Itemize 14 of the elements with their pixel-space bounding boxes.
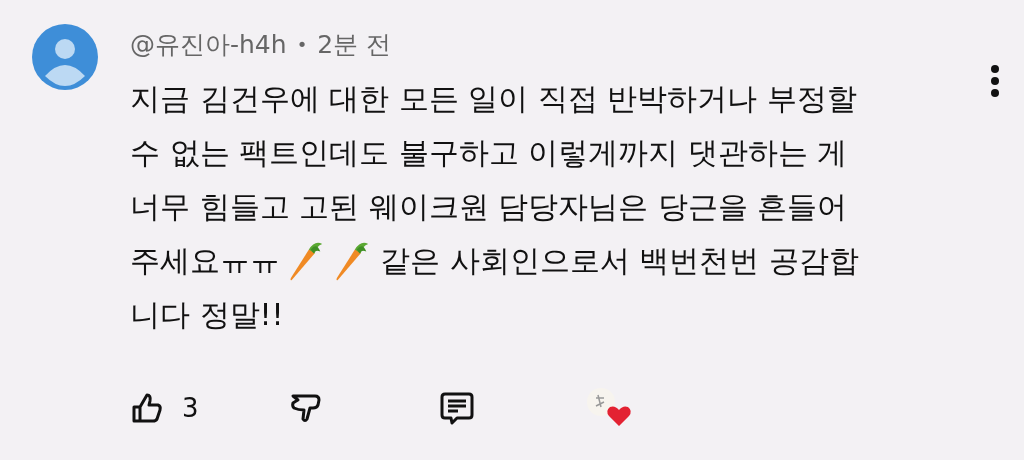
comment-text: 같은 사회인으로서 백번천번 공감합	[380, 241, 859, 280]
comment-text: 주세요ㅠㅠ	[130, 241, 280, 280]
author-name[interactable]: @유진아-h4h	[130, 27, 287, 61]
comment-text: 니다 정말!!	[130, 295, 284, 334]
comment-time: 2분 전	[317, 28, 392, 61]
avatar-icon[interactable]	[32, 24, 98, 90]
thumbs-up-icon	[130, 391, 164, 425]
like-button[interactable]: 3	[130, 391, 199, 425]
comment-text: 수 없는 팩트인데도 불구하고 이렇게까지 댓관하는 게	[130, 133, 848, 172]
separator-dot: •	[296, 33, 308, 55]
more-options-button[interactable]	[990, 64, 1000, 98]
comment-text: 지금 김건우에 대한 모든 일이 직접 반박하거나 부정할	[130, 79, 857, 118]
reply-button[interactable]	[438, 390, 475, 426]
comment-text: 너무 힘들고 고된 웨이크원 담당자님은 당근을 흔들어	[130, 187, 848, 226]
